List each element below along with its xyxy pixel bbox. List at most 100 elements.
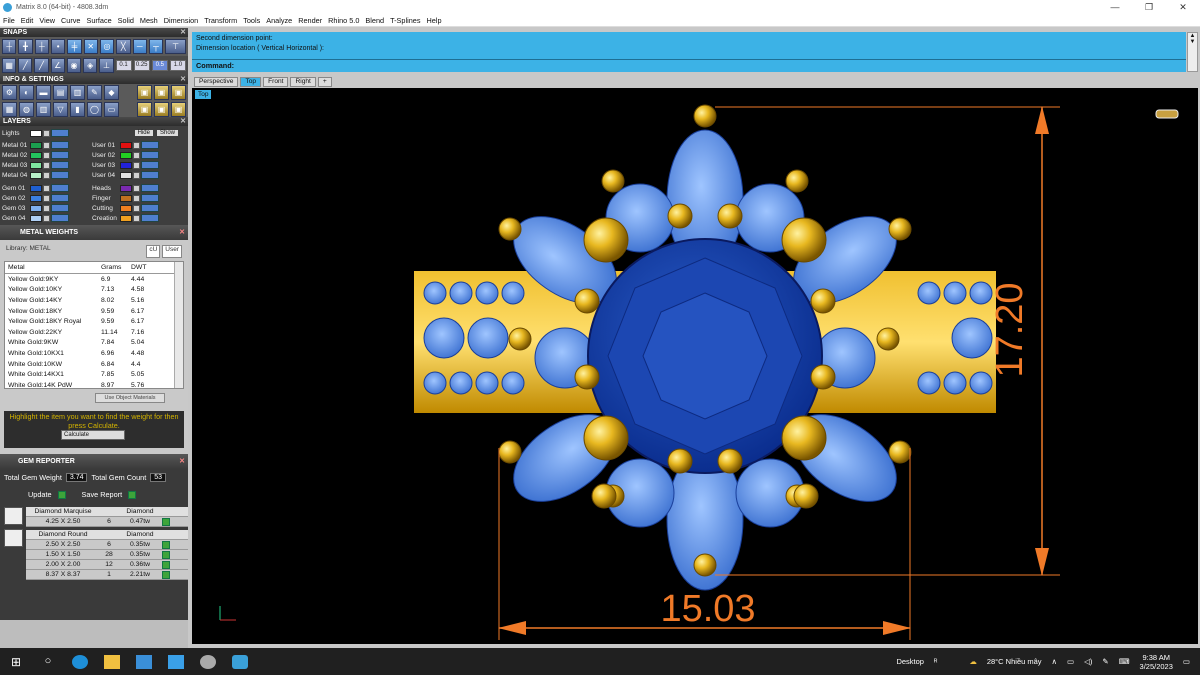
tool-f-icon[interactable]: ▣ <box>171 101 186 117</box>
layer-name[interactable]: User 02 <box>92 152 120 159</box>
chevron-up-icon[interactable]: ∧ <box>1052 657 1058 666</box>
layers-icon[interactable]: ▥ <box>36 101 51 117</box>
layer-toggle[interactable] <box>51 184 69 192</box>
lock-icon[interactable] <box>43 151 50 159</box>
layer-name[interactable]: Metal 03 <box>2 162 30 169</box>
menu-surface[interactable]: Surface <box>84 16 115 25</box>
tool-a-icon[interactable]: ▣ <box>137 85 152 100</box>
snap-quad-icon[interactable]: ─ <box>132 39 147 54</box>
minimize-button[interactable]: — <box>1098 0 1132 14</box>
select-gem-icon[interactable] <box>162 570 170 579</box>
film-icon[interactable]: ▥ <box>70 85 85 100</box>
user-button[interactable]: User <box>162 245 182 258</box>
command-input[interactable]: Command: <box>192 59 1186 72</box>
layer-toggle[interactable] <box>51 194 69 202</box>
menu-mesh[interactable]: Mesh <box>137 16 161 25</box>
lock-icon[interactable] <box>133 184 140 192</box>
layer-toggle[interactable] <box>141 214 159 222</box>
select-gem-icon[interactable] <box>162 540 170 549</box>
layer-toggle[interactable] <box>141 184 159 192</box>
edge-icon[interactable] <box>72 654 88 669</box>
cube-icon[interactable]: ◆ <box>104 85 119 100</box>
layer-color-swatch[interactable] <box>30 204 42 212</box>
snap-value-05[interactable]: 0.5 <box>151 60 168 71</box>
weather-text[interactable]: 28°C Nhiều mây <box>987 657 1042 666</box>
pen-icon[interactable]: ✎ <box>1102 657 1108 666</box>
network-icon[interactable]: ▭ <box>1067 657 1074 666</box>
lock-icon[interactable] <box>133 171 140 179</box>
top-viewport[interactable]: Top 15.03 17.20 <box>192 88 1198 644</box>
file-explorer-icon[interactable] <box>104 654 120 669</box>
use-object-materials-button[interactable]: Use Object Materials <box>95 393 165 403</box>
grid-icon[interactable]: ▦ <box>2 58 17 73</box>
menu-edit[interactable]: Edit <box>18 16 37 25</box>
layer-color-swatch[interactable] <box>120 141 132 149</box>
table-row[interactable]: White Gold:14KX1 7.85 5.05 <box>5 369 183 380</box>
layer-color-swatch[interactable] <box>120 204 132 212</box>
layer-color-swatch[interactable] <box>120 184 132 192</box>
cu-button[interactable]: cU <box>146 245 161 258</box>
menu-rhino[interactable]: Rhino 5.0 <box>325 16 362 25</box>
table-row[interactable]: Yellow Gold:14KY 8.02 5.16 <box>5 295 183 306</box>
volume-icon[interactable]: ◁) <box>1084 657 1092 666</box>
lock-icon[interactable] <box>133 161 140 169</box>
close-icon[interactable]: ✕ <box>180 117 186 126</box>
close-icon[interactable]: ✕ <box>179 454 185 469</box>
tool-d-icon[interactable]: ▣ <box>137 101 152 117</box>
gem-row[interactable]: 1.50 X 1.50 28 0.35tw <box>26 550 188 560</box>
snap-perp-icon[interactable]: ◎ <box>99 39 115 54</box>
gem-row[interactable]: 2.00 X 2.00 12 0.36tw <box>26 560 188 570</box>
lock-icon[interactable] <box>43 184 50 192</box>
globe-icon[interactable]: ◍ <box>19 101 34 117</box>
layer-toggle[interactable] <box>141 171 159 179</box>
layer-toggle[interactable] <box>141 151 159 159</box>
update-button[interactable]: Update <box>28 490 66 499</box>
layer-name[interactable]: Heads <box>92 185 120 192</box>
lock-icon[interactable] <box>43 204 50 212</box>
tab-top[interactable]: Top <box>240 77 262 87</box>
save-report-button[interactable]: Save Report <box>82 490 137 499</box>
metal-table-scrollbar[interactable] <box>174 262 183 388</box>
project-icon[interactable]: ◈ <box>83 58 98 73</box>
menu-dimension[interactable]: Dimension <box>161 16 201 25</box>
layer-color-swatch[interactable] <box>30 194 42 202</box>
snap-cen-icon[interactable]: ╪ <box>67 39 82 54</box>
maximize-button[interactable]: ❐ <box>1132 0 1166 14</box>
lock-icon[interactable] <box>133 214 140 222</box>
user-icon[interactable]: ᴿ <box>934 657 937 666</box>
lock-icon[interactable] <box>133 151 140 159</box>
camera-icon[interactable]: ◐ <box>19 85 34 100</box>
layer-toggle[interactable] <box>51 151 69 159</box>
snap-toggle-icon[interactable]: ⊤ <box>165 39 187 54</box>
gem-row[interactable]: 2.50 X 2.50 6 0.35tw <box>26 540 188 550</box>
table-row[interactable]: White Gold:10KW 6.84 4.4 <box>5 359 183 370</box>
layer-name[interactable]: User 04 <box>92 172 120 179</box>
layer-name[interactable]: Cutting <box>92 205 120 212</box>
layer-name[interactable]: Gem 03 <box>2 205 30 212</box>
snap-end-icon[interactable]: ┼ <box>2 39 17 54</box>
table-row[interactable]: White Gold:14K PdW 8.97 5.76 <box>5 380 183 388</box>
layer-name[interactable]: Finger <box>92 195 120 202</box>
close-icon[interactable]: ✕ <box>180 28 186 37</box>
table-row[interactable]: Yellow Gold:18KY Royal 9.59 6.17 <box>5 316 183 327</box>
menu-help[interactable]: Help <box>424 16 445 25</box>
tool-b-icon[interactable]: ▣ <box>154 85 169 100</box>
hide-button[interactable]: Hide <box>134 130 153 136</box>
lights-swatch[interactable] <box>30 129 42 137</box>
table-row[interactable]: Yellow Gold:18KY 9.59 6.17 <box>5 306 183 317</box>
layer-name[interactable]: Gem 04 <box>2 215 30 222</box>
menu-transform[interactable]: Transform <box>201 16 240 25</box>
table-row[interactable]: Yellow Gold:9KY 6.9 4.44 <box>5 274 183 285</box>
menu-tsplines[interactable]: T-Splines <box>387 16 423 25</box>
show-button[interactable]: Show <box>156 130 178 136</box>
book-icon[interactable]: ▤ <box>53 85 68 100</box>
layer-name[interactable]: User 01 <box>92 142 120 149</box>
notification-icon[interactable]: ▭ <box>1183 657 1190 666</box>
layer-color-swatch[interactable] <box>120 171 132 179</box>
select-gem-icon[interactable] <box>162 550 170 559</box>
pin-icon[interactable]: ⊥ <box>99 58 114 73</box>
layer-name[interactable]: Gem 02 <box>2 195 30 202</box>
layer-color-swatch[interactable] <box>120 151 132 159</box>
layer-toggle[interactable] <box>51 129 69 137</box>
layer-color-swatch[interactable] <box>30 161 42 169</box>
